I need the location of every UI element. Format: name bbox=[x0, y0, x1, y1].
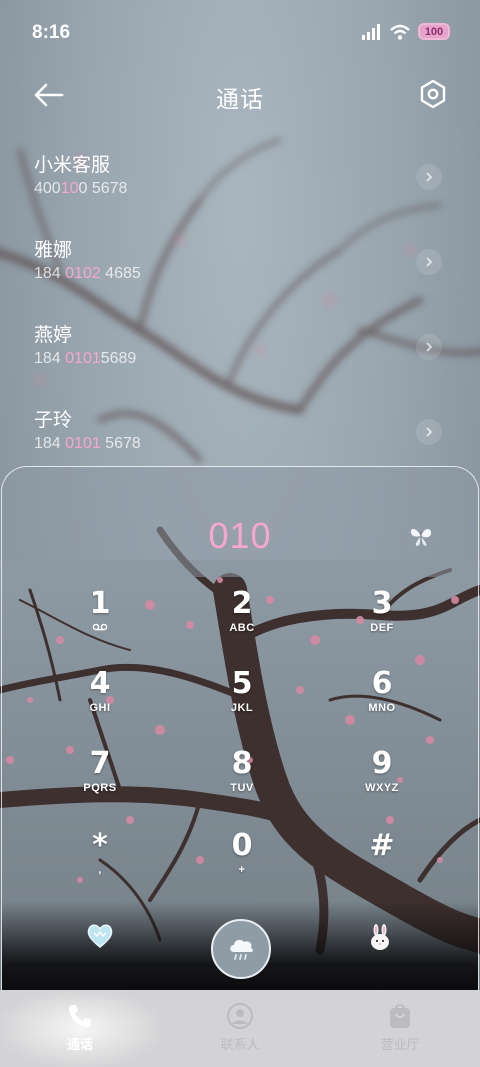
settings-hexagon-icon bbox=[420, 79, 446, 109]
person-icon bbox=[227, 1003, 253, 1029]
key-5[interactable]: 5 JKL bbox=[182, 667, 302, 737]
contact-name: 小米客服 bbox=[34, 154, 111, 176]
status-icons: 100 bbox=[362, 23, 450, 40]
heart-icon-graphic bbox=[87, 924, 113, 948]
contact-row[interactable]: 燕婷 184 01015689 bbox=[0, 310, 480, 395]
key-digit: 2 bbox=[231, 586, 253, 621]
contact-row[interactable]: 小米客服 400100 5678 bbox=[0, 140, 480, 225]
key-letters: JKL bbox=[230, 702, 254, 714]
rabbit-icon-graphic bbox=[371, 924, 389, 950]
chevron-right-icon bbox=[426, 342, 433, 352]
contact-number: 400100 5678 bbox=[34, 180, 127, 198]
tab-label: 联系人 bbox=[220, 1038, 260, 1053]
key-6[interactable]: 6 MNO bbox=[322, 667, 442, 737]
contact-name: 燕婷 bbox=[34, 324, 73, 346]
rabbit-icon[interactable] bbox=[368, 923, 392, 951]
key-3[interactable]: 3 DEF bbox=[322, 587, 442, 657]
signal-icon bbox=[362, 23, 380, 40]
contact-number: 184 0102 4685 bbox=[34, 265, 141, 283]
contact-number: 184 0101 5678 bbox=[34, 435, 141, 453]
number-part: 184 bbox=[34, 265, 66, 282]
key-digit: 1 bbox=[89, 586, 111, 621]
heart-icon[interactable] bbox=[86, 923, 114, 949]
contact-detail-button[interactable] bbox=[416, 164, 442, 190]
key-digit: 8 bbox=[231, 746, 253, 781]
tab-label: 营业厅 bbox=[380, 1038, 420, 1053]
header: 通话 bbox=[0, 72, 480, 118]
key-letters: + bbox=[238, 864, 246, 876]
key-digit: * bbox=[92, 828, 108, 863]
key-star[interactable]: * , bbox=[40, 829, 160, 899]
page-title: 通话 bbox=[216, 87, 264, 113]
tab-label: 通话 bbox=[66, 1038, 93, 1053]
butterfly-icon[interactable] bbox=[408, 523, 434, 549]
key-letters: TUV bbox=[230, 782, 254, 794]
chevron-right-icon bbox=[426, 427, 433, 437]
number-part: 5678 bbox=[100, 435, 141, 452]
tab-calls[interactable]: 通话 bbox=[0, 990, 160, 1067]
key-9[interactable]: 9 WXYZ bbox=[322, 747, 442, 817]
key-0[interactable]: 0 + bbox=[182, 829, 302, 899]
status-time: 8:16 bbox=[32, 22, 71, 43]
key-2[interactable]: 2 ABC bbox=[182, 587, 302, 657]
key-digit: 6 bbox=[371, 666, 393, 701]
key-letters: WXYZ bbox=[365, 782, 399, 794]
number-match-highlight: 0102 bbox=[65, 265, 101, 282]
key-letters: DEF bbox=[370, 622, 394, 634]
contact-number: 184 01015689 bbox=[34, 350, 136, 368]
number-part: 184 bbox=[34, 435, 66, 452]
contact-row[interactable]: 雅娜 184 0102 4685 bbox=[0, 225, 480, 310]
contact-name: 子玲 bbox=[34, 409, 73, 431]
contact-name: 雅娜 bbox=[34, 239, 73, 261]
contact-detail-button[interactable] bbox=[416, 249, 442, 275]
number-match-highlight: 0101 bbox=[65, 435, 101, 452]
key-8[interactable]: 8 TUV bbox=[182, 747, 302, 817]
key-digit: 7 bbox=[89, 746, 111, 781]
key-1[interactable]: 1 bbox=[40, 587, 160, 657]
number-part: 400 bbox=[34, 180, 61, 197]
call-button[interactable] bbox=[211, 919, 271, 979]
key-hash[interactable]: # bbox=[322, 829, 442, 899]
chevron-right-icon bbox=[426, 172, 433, 182]
number-match-highlight: 0101 bbox=[65, 350, 101, 367]
key-digit: 3 bbox=[371, 586, 393, 621]
bag-icon bbox=[390, 1004, 410, 1028]
key-digit: 9 bbox=[371, 746, 393, 781]
number-part: 4685 bbox=[100, 265, 141, 282]
number-part: 184 bbox=[34, 350, 66, 367]
phone-icon bbox=[69, 1005, 91, 1027]
tab-contacts[interactable]: 联系人 bbox=[160, 990, 320, 1067]
status-bar: 8:16 100 bbox=[0, 0, 480, 66]
key-digit: 5 bbox=[231, 666, 253, 701]
key-digit: 4 bbox=[89, 666, 111, 701]
key-letters: , bbox=[98, 864, 102, 876]
number-match-highlight: 10 bbox=[60, 180, 79, 197]
battery-indicator: 100 bbox=[418, 23, 450, 40]
number-part: 0 5678 bbox=[78, 180, 128, 197]
key-letters: GHI bbox=[89, 702, 111, 714]
butterfly-icon-graphic bbox=[410, 528, 432, 546]
cloud-rain-icon bbox=[230, 939, 253, 960]
key-digit: 0 bbox=[231, 828, 253, 863]
contact-detail-button[interactable] bbox=[416, 334, 442, 360]
key-letters: ABC bbox=[229, 622, 255, 634]
contact-detail-button[interactable] bbox=[416, 419, 442, 445]
dialed-number[interactable]: 010 bbox=[2, 515, 478, 557]
key-4[interactable]: 4 GHI bbox=[40, 667, 160, 737]
voicemail-icon bbox=[40, 622, 160, 635]
chevron-right-icon bbox=[426, 257, 433, 267]
tab-service-hall[interactable]: 营业厅 bbox=[320, 990, 480, 1067]
bottom-navigation: 通话 联系人 营业厅 bbox=[0, 990, 480, 1067]
settings-button[interactable] bbox=[418, 78, 448, 110]
key-letters: MNO bbox=[368, 702, 396, 714]
wifi-icon bbox=[390, 24, 410, 40]
key-7[interactable]: 7 PQRS bbox=[40, 747, 160, 817]
key-letters: PQRS bbox=[83, 782, 117, 794]
number-part: 5689 bbox=[100, 350, 137, 367]
key-digit: # bbox=[369, 828, 395, 863]
dialer-panel: 010 1 2 ABC 3 DEF 4 GHI 5 JKL 6 MNO 7 PQ… bbox=[1, 466, 479, 991]
